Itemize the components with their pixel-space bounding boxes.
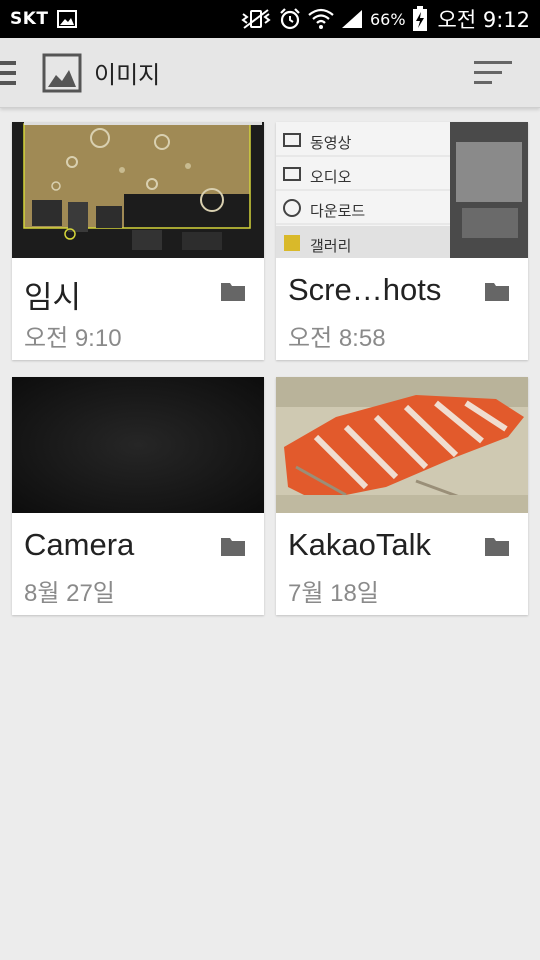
album-thumbnail (12, 377, 264, 513)
album-thumbnail (276, 377, 528, 513)
album-date: 오전 9:10 (24, 325, 122, 352)
album-thumbnail (12, 122, 264, 258)
folder-icon (220, 280, 246, 302)
album-thumbnail: 동영상 오디오 다운로드 갤러리 (276, 122, 528, 258)
folder-icon (484, 535, 510, 557)
album-card[interactable]: KakaoTalk 7월 18일 (276, 377, 528, 615)
thumb-menu-item: 동영상 (310, 134, 352, 152)
folder-icon (220, 535, 246, 557)
album-grid: 임시 오전 9:10 동영상 오디오 다운로드 갤러리 Scre…hots 오전… (0, 0, 540, 960)
thumb-menu-item: 오디오 (310, 168, 352, 186)
album-date: 7월 18일 (288, 580, 379, 607)
album-date: 오전 8:58 (288, 325, 386, 352)
album-date: 8월 27일 (24, 580, 115, 607)
album-name: KakaoTalk (288, 527, 432, 562)
album-card[interactable]: Camera 8월 27일 (12, 377, 264, 615)
folder-icon (484, 280, 510, 302)
album-card[interactable]: 동영상 오디오 다운로드 갤러리 Scre…hots 오전 8:58 (276, 122, 528, 360)
album-name: Camera (24, 527, 135, 562)
thumb-menu-item: 다운로드 (310, 202, 366, 220)
album-name: Scre…hots (288, 272, 442, 307)
thumb-menu-item: 갤러리 (310, 237, 352, 255)
album-name: 임시 (24, 280, 82, 315)
album-card[interactable]: 임시 오전 9:10 (12, 122, 264, 360)
